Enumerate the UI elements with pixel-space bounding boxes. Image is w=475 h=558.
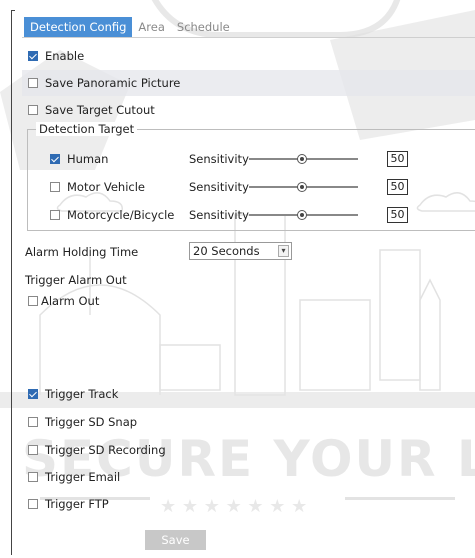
save-button[interactable]: Save (145, 530, 206, 550)
trigger-ftp-checkbox[interactable] (28, 499, 38, 509)
left-border-tick (11, 10, 15, 11)
alarm-holding-label: Alarm Holding Time (25, 245, 139, 259)
save-target-cutout-checkbox[interactable] (28, 105, 38, 115)
enable-label: Enable (45, 49, 85, 63)
motorcycle-checkbox[interactable] (50, 210, 60, 220)
alarm-out-label: Alarm Out (41, 294, 100, 308)
human-checkbox[interactable] (50, 154, 60, 164)
motor-vehicle-checkbox[interactable] (50, 182, 60, 192)
enable-row: Enable (22, 43, 475, 69)
trigger-email-label: Trigger Email (45, 470, 121, 484)
alarm-out-checkbox[interactable] (28, 296, 38, 306)
motorcycle-sensitivity-handle[interactable] (297, 210, 307, 220)
save-target-cutout-row: Save Target Cutout (22, 97, 475, 123)
motorcycle-label: Motorcycle/Bicycle (67, 208, 175, 222)
human-sensitivity-handle[interactable] (297, 154, 307, 164)
human-sensitivity-label: Sensitivity (189, 152, 249, 166)
tab-underline (22, 37, 475, 38)
save-panoramic-label: Save Panoramic Picture (45, 76, 181, 90)
save-target-cutout-label: Save Target Cutout (45, 103, 155, 117)
detection-target-title: Detection Target (36, 122, 138, 136)
motor-vehicle-sensitivity-label: Sensitivity (189, 180, 249, 194)
trigger-track-checkbox[interactable] (28, 389, 38, 399)
trigger-sd-recording-label: Trigger SD Recording (45, 443, 166, 457)
tab-area[interactable]: Area (132, 17, 170, 37)
tab-bar: Detection Config Area Schedule (24, 17, 236, 37)
left-border (11, 10, 12, 555)
motorcycle-sensitivity-value[interactable]: 50 (387, 207, 408, 223)
target-motorcycle-row: Motorcycle/Bicycle (50, 202, 190, 228)
trigger-email-row: Trigger Email (22, 464, 475, 490)
motor-vehicle-sensitivity-value[interactable]: 50 (387, 179, 408, 195)
trigger-sd-snap-label: Trigger SD Snap (45, 415, 138, 429)
trigger-sd-recording-row: Trigger SD Recording (22, 437, 475, 463)
chevron-down-icon[interactable]: ▾ (278, 245, 289, 257)
trigger-ftp-row: Trigger FTP (22, 491, 475, 517)
alarm-out-row: Alarm Out (28, 288, 228, 314)
tab-schedule[interactable]: Schedule (171, 17, 236, 37)
trigger-ftp-label: Trigger FTP (45, 497, 109, 511)
target-human-row: Human (50, 146, 190, 172)
save-panoramic-checkbox[interactable] (28, 78, 38, 88)
enable-checkbox[interactable] (28, 51, 38, 61)
trigger-alarm-out-title: Trigger Alarm Out (25, 273, 127, 287)
motorcycle-sensitivity-label: Sensitivity (189, 208, 249, 222)
tab-detection-config[interactable]: Detection Config (24, 17, 133, 37)
target-motor-vehicle-row: Motor Vehicle (50, 174, 190, 200)
trigger-track-row: Trigger Track (22, 381, 475, 407)
save-panoramic-row: Save Panoramic Picture (22, 70, 475, 96)
trigger-sd-snap-row: Trigger SD Snap (22, 409, 475, 435)
trigger-email-checkbox[interactable] (28, 472, 38, 482)
human-sensitivity-value[interactable]: 50 (387, 151, 408, 167)
alarm-holding-select[interactable]: 20 Seconds ▾ (189, 242, 292, 260)
alarm-holding-value: 20 Seconds (193, 244, 260, 258)
trigger-track-label: Trigger Track (45, 387, 119, 401)
trigger-sd-recording-checkbox[interactable] (28, 445, 38, 455)
human-label: Human (67, 152, 109, 166)
motor-vehicle-sensitivity-handle[interactable] (297, 182, 307, 192)
trigger-sd-snap-checkbox[interactable] (28, 417, 38, 427)
motor-vehicle-label: Motor Vehicle (67, 180, 146, 194)
